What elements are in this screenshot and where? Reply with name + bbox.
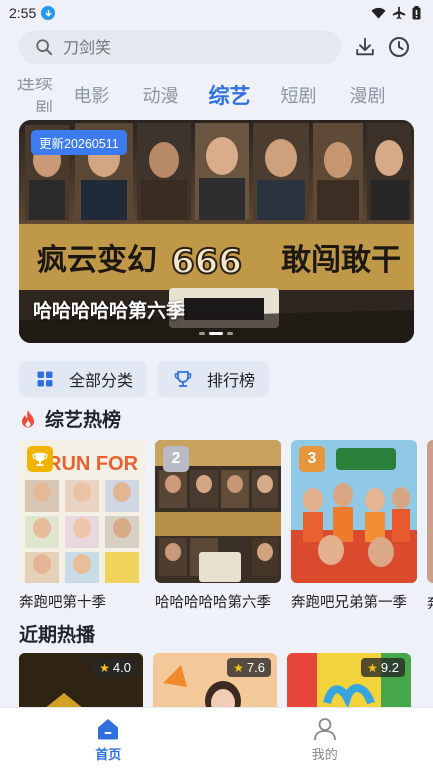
hot-item[interactable]: 2 哈哈哈哈哈第六季 — [155, 440, 281, 612]
carousel-dot — [227, 332, 233, 335]
star-icon: ★ — [233, 660, 244, 675]
recent-item[interactable]: ★ 7.6 — [153, 653, 277, 713]
hot-section-header: 综艺热榜 — [19, 405, 121, 432]
status-bar: 2:55 — [0, 0, 433, 26]
wifi-icon — [371, 7, 386, 19]
featured-banner[interactable]: 疯云变幻 666 敢闯敢干 更新20260511 哈哈哈哈哈第六季 — [19, 120, 414, 343]
tab-comic-drama[interactable]: 漫剧 — [333, 82, 402, 108]
search-bar[interactable] — [19, 30, 341, 64]
ranking-button[interactable]: 排行榜 — [157, 361, 270, 397]
tab-anime[interactable]: 动漫 — [126, 82, 195, 108]
rank-badge: 2 — [163, 446, 189, 472]
hot-item-peek-name: 奔 — [427, 592, 433, 613]
tab-variety[interactable]: 综艺 — [195, 80, 264, 110]
hot-item-name: 奔跑吧兄弟第一季 — [291, 595, 407, 611]
rank-badge-gold — [27, 446, 53, 472]
carousel-dot-active — [209, 332, 223, 335]
star-icon: ★ — [99, 660, 110, 675]
bottom-navigation: 首页 我的 — [0, 707, 433, 770]
fire-icon — [22, 409, 34, 427]
poster-1-title-text: RUN FOR 14 — [47, 453, 145, 475]
grid-icon — [35, 369, 55, 389]
banner-art-text-left: 疯云变幻 — [37, 243, 157, 278]
download-icon — [356, 37, 374, 56]
update-tag: 更新20260511 — [31, 130, 127, 155]
score-badge: ★ 9.2 — [361, 658, 405, 677]
hot-section-title: 综艺热榜 — [45, 409, 122, 431]
trophy-icon — [173, 369, 193, 389]
home-icon — [98, 718, 119, 739]
ranking-label: 排行榜 — [207, 371, 256, 390]
history-button[interactable] — [386, 34, 412, 60]
trophy-icon — [32, 452, 48, 467]
carousel-dot — [199, 332, 205, 335]
download-notification-icon — [41, 6, 56, 20]
hot-item[interactable]: RUN FOR 14 奔跑吧第十季 — [19, 440, 145, 612]
tab-series[interactable]: 连续剧 — [0, 78, 57, 112]
quick-actions: 全部分类 排行榜 — [19, 361, 270, 397]
poster-image: 2 — [155, 440, 281, 583]
score-value: 4.0 — [112, 660, 131, 675]
poster-image: RUN FOR 14 — [19, 440, 145, 583]
nav-mine-label: 我的 — [311, 747, 338, 763]
hot-item[interactable]: 3 奔跑吧兄弟第一季 — [291, 440, 417, 612]
carousel-indicator — [199, 332, 233, 335]
recent-item[interactable]: ★ 4.0 — [19, 653, 143, 713]
airplane-icon — [392, 6, 406, 20]
banner-title: 哈哈哈哈哈第六季 — [33, 300, 186, 322]
tab-movies[interactable]: 电影 — [57, 82, 126, 108]
status-icons — [371, 6, 421, 20]
search-icon — [36, 39, 53, 56]
download-button[interactable] — [352, 34, 378, 60]
category-tabs: 连续剧 电影 动漫 综艺 短剧 漫剧 — [0, 78, 433, 112]
status-time: 2:55 — [9, 5, 37, 21]
rank-badge: 3 — [299, 446, 325, 472]
search-input[interactable] — [63, 37, 303, 57]
all-categories-label: 全部分类 — [69, 371, 134, 390]
battery-icon — [412, 6, 421, 20]
hot-item-name: 哈哈哈哈哈第六季 — [155, 595, 271, 611]
recent-list: ★ 4.0 ★ 7.6 ★ 9.2 — [19, 653, 411, 713]
score-badge: ★ 7.6 — [227, 658, 271, 677]
hot-item-name: 奔跑吧第十季 — [19, 595, 106, 611]
user-icon — [313, 717, 336, 740]
nav-mine[interactable]: 我的 — [217, 708, 433, 770]
nav-home-label: 首页 — [95, 747, 122, 763]
score-value: 9.2 — [380, 660, 399, 675]
star-icon: ★ — [367, 660, 378, 675]
recent-item[interactable]: ★ 9.2 — [287, 653, 411, 713]
recent-section-title: 近期热播 — [19, 624, 96, 646]
nav-home[interactable]: 首页 — [0, 708, 217, 770]
hot-item-peek-poster[interactable] — [427, 440, 433, 583]
search-row — [19, 30, 415, 64]
recent-section-header: 近期热播 — [19, 620, 95, 647]
banner-art-text-right: 敢闯敢干 — [281, 243, 401, 278]
history-icon — [389, 37, 409, 57]
score-value: 7.6 — [246, 660, 265, 675]
banner-art-number: 666 — [171, 242, 242, 282]
all-categories-button[interactable]: 全部分类 — [19, 361, 148, 397]
tab-short-drama[interactable]: 短剧 — [264, 82, 333, 108]
hot-list: RUN FOR 14 奔跑吧第十季 — [19, 440, 417, 612]
poster-image: 3 — [291, 440, 417, 583]
score-badge: ★ 4.0 — [93, 658, 137, 677]
